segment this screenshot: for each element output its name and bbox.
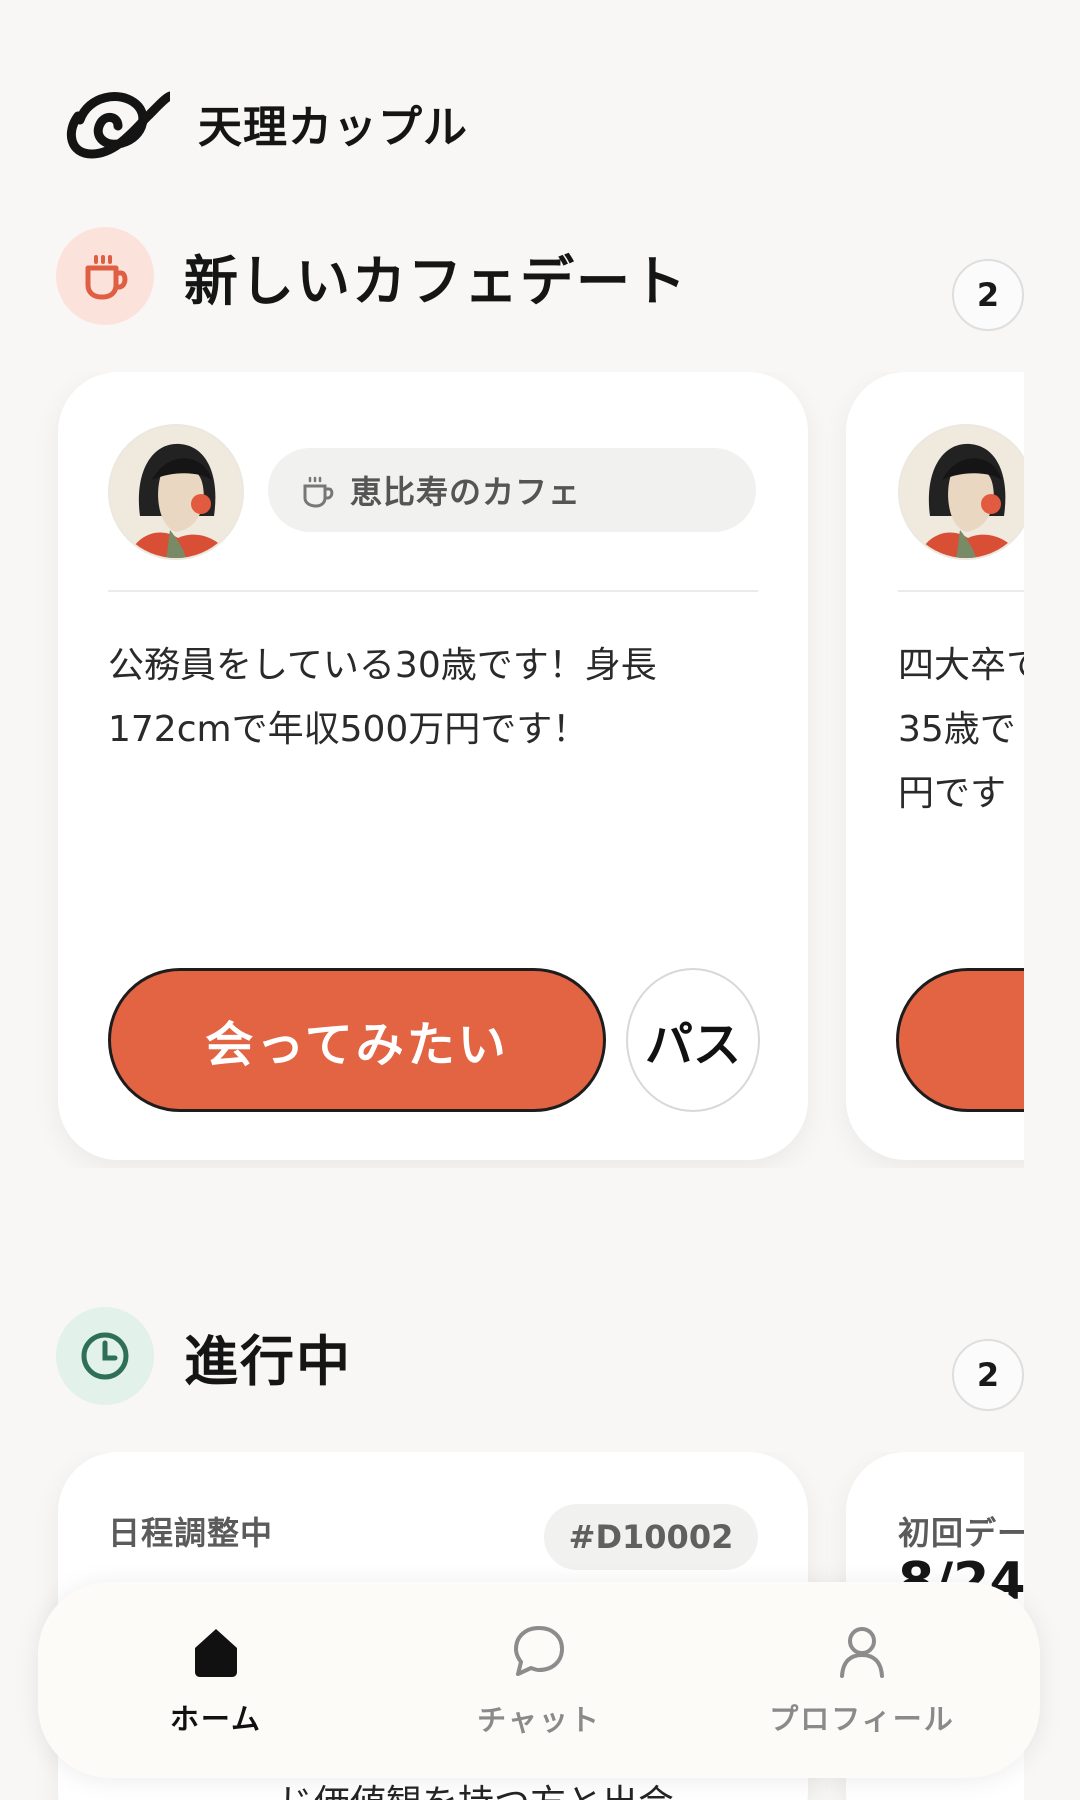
cafe-location-icon [303, 476, 334, 508]
cafe-section-title: 新しいカフェデート [184, 249, 688, 313]
profile-description: 公務員をしている30歳です！身長 172cmで年収500万円です！ [108, 645, 657, 750]
ongoing-section-title: 進行中 [184, 1329, 352, 1393]
location-text: 恵比寿のカフェ [350, 473, 582, 511]
nav-home-label: ホーム [169, 1702, 263, 1736]
cafe-section-header: 新しいカフェデート 2 [56, 226, 1024, 331]
coffee-section-icon-wrap [56, 227, 154, 325]
coffee-cup-icon [85, 255, 128, 300]
profile-description: 四大卒て 35歳で 円です [898, 645, 1024, 814]
brand-logo-icon [66, 91, 170, 159]
ongoing-count-badge: 2 [952, 1339, 1024, 1411]
cafe-count-badge: 2 [952, 259, 1024, 331]
woman-avatar-icon [110, 426, 242, 558]
clock-section-icon-wrap [56, 1307, 154, 1405]
ongoing-section-header: 進行中 2 [56, 1306, 1024, 1411]
bottom-navigation: ホーム チャット プロフィール [38, 1582, 1040, 1778]
first-date-status: 初回デー [898, 1514, 1024, 1552]
schedule-status: 日程調整中 [108, 1514, 274, 1552]
clock-icon [81, 1332, 129, 1380]
want-to-meet-button-partial[interactable] [896, 968, 1024, 1112]
cafe-date-card: 恵比寿のカフェ 公務員をしている30歳です！身長 172cmで年収500万円です… [58, 372, 808, 1160]
cafe-card-carousel[interactable]: 恵比寿のカフェ 公務員をしている30歳です！身長 172cmで年収500万円です… [0, 372, 1024, 1168]
cafe-date-card-partial: 四大卒て 35歳で 円です [846, 372, 1024, 1160]
app-screen: 天理カップル 新しいカフェデート 2 恵比寿のカフェ 公務員をしている30歳です… [0, 0, 1080, 1800]
chat-icon [509, 1621, 569, 1681]
nav-chat-label: チャット [477, 1703, 601, 1737]
card-divider [898, 590, 1024, 592]
nav-profile-label: プロフィール [769, 1702, 955, 1736]
pass-button[interactable]: パス [626, 968, 760, 1112]
location-pill: 恵比寿のカフェ [268, 448, 756, 532]
date-id-badge: #D10002 [544, 1504, 758, 1570]
home-icon [187, 1622, 245, 1680]
nav-home[interactable]: ホーム [86, 1600, 346, 1760]
card-divider [108, 590, 758, 592]
nav-profile[interactable]: プロフィール [732, 1600, 992, 1760]
avatar[interactable] [108, 424, 244, 560]
nav-chat[interactable]: チャット [409, 1600, 669, 1760]
brand-name: 天理カップル [198, 102, 468, 153]
woman-avatar-icon [900, 426, 1024, 558]
profile-icon [833, 1622, 891, 1680]
avatar[interactable] [898, 424, 1024, 560]
app-header: 天理カップル [58, 86, 468, 160]
want-to-meet-button[interactable]: 会ってみたい [108, 968, 606, 1112]
